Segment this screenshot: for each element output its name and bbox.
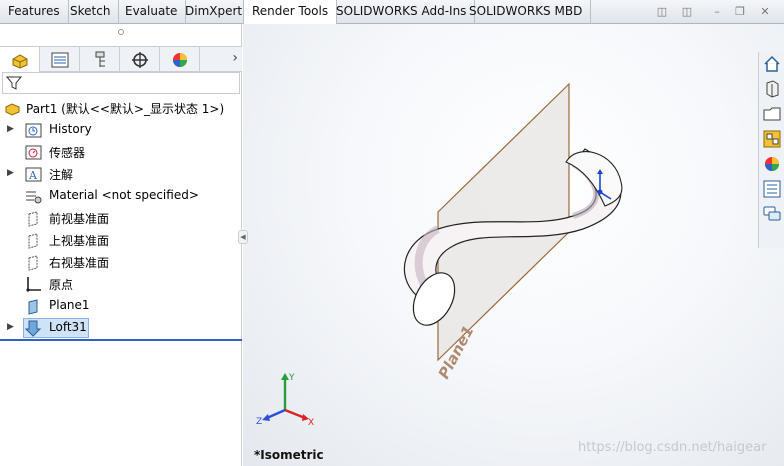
tree-item-label: 注解: [49, 168, 74, 182]
sensor-icon: [25, 144, 42, 161]
view-orientation-label: *Isometric: [254, 448, 324, 462]
property-icon: [51, 52, 68, 67]
triad-z-label: Z: [256, 417, 262, 427]
tree-item-history[interactable]: ▶ History: [0, 119, 242, 141]
material-icon: [25, 188, 42, 205]
property-manager-tab[interactable]: [40, 47, 80, 72]
task-pane-tabs: [758, 52, 784, 248]
reference-triad[interactable]: Y X Z: [253, 370, 323, 430]
chevron-right-icon[interactable]: ›: [232, 50, 238, 66]
solidworks-window: Features Sketch Evaluate DimXpert Render…: [0, 0, 784, 466]
panel-grip[interactable]: [118, 29, 124, 35]
tab-evaluate[interactable]: Evaluate: [117, 0, 187, 24]
display-manager-tab[interactable]: [160, 47, 200, 72]
tree-root-part1[interactable]: Part1 (默认<<默认>_显示状态 1>): [0, 97, 242, 119]
tree-item-label: 右视基准面: [49, 256, 110, 270]
triad-z-axis: [266, 408, 286, 420]
appearances-icon[interactable]: [762, 154, 782, 174]
triad-x-label: X: [308, 418, 314, 428]
feature-tree-tab[interactable]: [0, 47, 40, 72]
filter-icon: [6, 76, 22, 90]
tree-item-sensors[interactable]: 传感器: [0, 141, 242, 163]
forum-icon[interactable]: [762, 204, 782, 224]
configuration-tab[interactable]: [80, 47, 120, 72]
crosshair-icon: [131, 51, 148, 68]
history-icon: [25, 122, 42, 139]
plane-icon: [25, 254, 42, 271]
rollback-bar[interactable]: [0, 339, 242, 341]
loft-icon: [25, 320, 42, 337]
triad-x-axis: [284, 408, 306, 420]
tree-item-origin[interactable]: 原点: [0, 273, 242, 295]
expand-arrow-icon[interactable]: ▶: [7, 124, 14, 134]
configuration-icon: [95, 51, 105, 67]
triad-y-label: Y: [288, 373, 295, 383]
tree-item-label: History: [49, 122, 92, 136]
tab-sketch[interactable]: Sketch: [62, 0, 120, 24]
tree-item-material[interactable]: Material <not specified>: [0, 185, 242, 207]
restore-left-icon[interactable]: ◫: [655, 5, 669, 19]
tree-item-label: Plane1: [49, 298, 90, 312]
tree-item-label: 前视基准面: [49, 212, 110, 226]
tree-filter-box[interactable]: [2, 72, 240, 94]
close-icon[interactable]: ✕: [758, 5, 772, 19]
plane1-icon: [25, 298, 42, 315]
tab-render-tools[interactable]: Render Tools: [243, 0, 338, 25]
tab-solidworks-add-ins[interactable]: SOLIDWORKS Add-Ins: [328, 0, 476, 24]
tree-item-loft31[interactable]: ▶ Loft31: [0, 317, 242, 339]
panel-tabs: ›: [0, 46, 242, 72]
origin-icon: [25, 276, 42, 293]
minimize-icon[interactable]: –: [710, 5, 724, 19]
tree-item-label: Loft31: [49, 320, 87, 334]
part-icon: [4, 100, 21, 117]
restore-right-icon[interactable]: ◫: [680, 5, 694, 19]
annotation-icon: A: [25, 166, 42, 183]
appearance-icon: [172, 52, 187, 67]
tree-item-plane1[interactable]: Plane1: [0, 295, 242, 317]
feature-manager-panel: › Part1 (默认<<默认>_显示状态 1>) ▶ History 传感器 …: [0, 24, 242, 466]
tree-item-annotations[interactable]: ▶ A 注解: [0, 163, 242, 185]
watermark-text: https://blog.csdn.net/haigear: [578, 440, 767, 455]
svg-text:A: A: [28, 169, 38, 182]
tree-item-top-plane[interactable]: 上视基准面: [0, 229, 242, 251]
tree-item-label: 上视基准面: [49, 234, 110, 248]
file-explorer-icon[interactable]: [762, 104, 782, 124]
tab-dimxpert[interactable]: DimXpert: [177, 0, 252, 24]
custom-properties-icon[interactable]: [762, 179, 782, 199]
design-library-icon[interactable]: [762, 79, 782, 99]
plane-icon: [25, 210, 42, 227]
expand-arrow-icon[interactable]: ▶: [7, 322, 14, 332]
dimxpert-tab[interactable]: [120, 47, 160, 72]
graphics-area[interactable]: ◀ Plane1 Y X Z *Isometric https://blog.c: [238, 24, 784, 466]
tree-item-label: 原点: [49, 278, 74, 292]
home-icon[interactable]: [762, 54, 782, 74]
tree-item-front-plane[interactable]: 前视基准面: [0, 207, 242, 229]
tree-item-label: Material <not specified>: [49, 188, 199, 202]
tab-features[interactable]: Features: [0, 0, 69, 24]
model-view: Plane1: [403, 82, 623, 382]
part-icon: [12, 53, 27, 69]
tree-item-right-plane[interactable]: 右视基准面: [0, 251, 242, 273]
tree-item-label: 传感器: [49, 146, 86, 160]
view-palette-icon[interactable]: [762, 129, 782, 149]
maximize-icon[interactable]: ❐: [733, 5, 747, 19]
tree-root-label: Part1 (默认<<默认>_显示状态 1>): [26, 102, 225, 116]
tab-solidworks-mbd[interactable]: SOLIDWORKS MBD: [461, 0, 592, 24]
command-manager-tabs: Features Sketch Evaluate DimXpert Render…: [0, 0, 784, 25]
plane-icon: [25, 232, 42, 249]
expand-arrow-icon[interactable]: ▶: [7, 168, 14, 178]
